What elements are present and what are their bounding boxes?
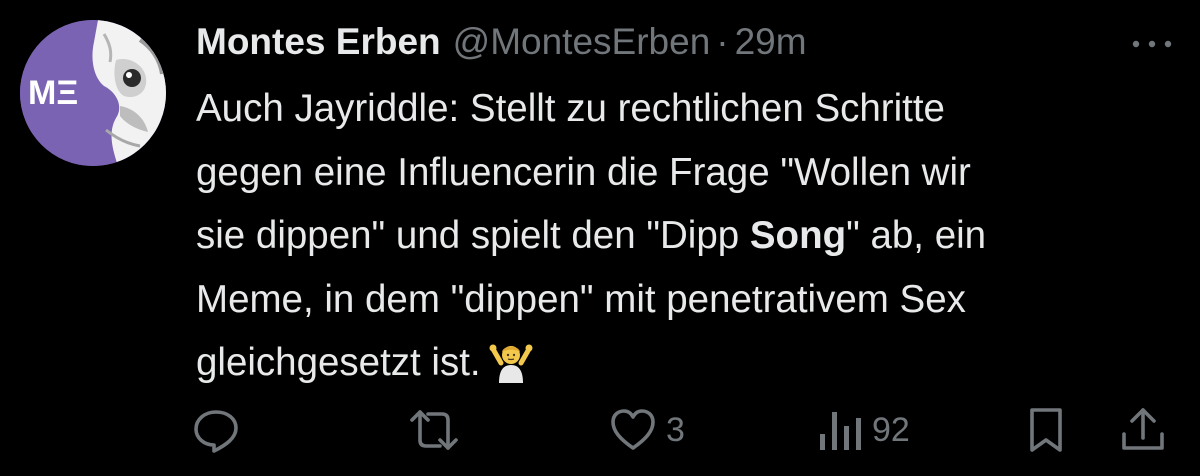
share-button[interactable] [1118, 398, 1168, 462]
action-bar: 3 92 [0, 398, 1200, 462]
tweet-header: Montes Erben @MontesErben · 29m [196, 14, 807, 70]
tweet[interactable]: MΞ Montes Erben @MontesErben · 29m Auch … [0, 0, 1200, 476]
tweet-text-line: Meme, in dem "dippen" mit penetrativem S… [196, 277, 966, 321]
tweet-text-line: Auch Jayriddle: Stellt zu rechtlichen Sc… [196, 87, 945, 130]
views-count: 92 [872, 410, 910, 449]
share-icon [1122, 408, 1164, 450]
retweet-icon [410, 410, 458, 450]
views-button[interactable]: 92 [816, 398, 910, 462]
bookmark-button[interactable] [1024, 398, 1068, 462]
like-button[interactable]: 3 [608, 398, 685, 462]
person-shrugging-emoji-icon [489, 339, 533, 403]
bookmark-icon [1030, 408, 1062, 452]
bold-keyword: Song [749, 214, 847, 257]
tweet-text: Auch Jayriddle: Stellt zu rechtlichen Sc… [196, 77, 1186, 403]
separator-dot: · [716, 21, 729, 62]
tweet-text-line: sie dippen" und spielt den "Dipp Song" a… [196, 204, 1186, 268]
timestamp[interactable]: 29m [735, 14, 807, 70]
like-count: 3 [666, 410, 685, 449]
avatar[interactable]: MΞ [20, 20, 166, 166]
avatar-monogram: MΞ [28, 74, 78, 112]
tweet-text-segment: gegen eine Influencerin die Frage "Wolle… [196, 150, 971, 194]
tweet-text-line: gleichgesetzt ist. [196, 331, 1186, 403]
tweet-text-segment: " ab, ein [846, 214, 987, 257]
more-icon [1132, 40, 1172, 48]
more-button[interactable] [1124, 24, 1180, 64]
reply-button[interactable] [190, 398, 250, 462]
tweet-text-segment: sie dippen" und spielt den "Dipp [196, 214, 750, 257]
reply-icon [194, 410, 238, 453]
views-icon [820, 412, 861, 450]
handle[interactable]: @MontesErben [453, 14, 711, 70]
tweet-text-line: gegen eine Influencerin die Frage "Wolle… [196, 141, 1186, 205]
tweet-text-segment: gleichgesetzt ist. [196, 341, 481, 384]
display-name[interactable]: Montes Erben [196, 14, 441, 70]
heart-icon [611, 409, 655, 450]
retweet-button[interactable] [406, 398, 470, 462]
